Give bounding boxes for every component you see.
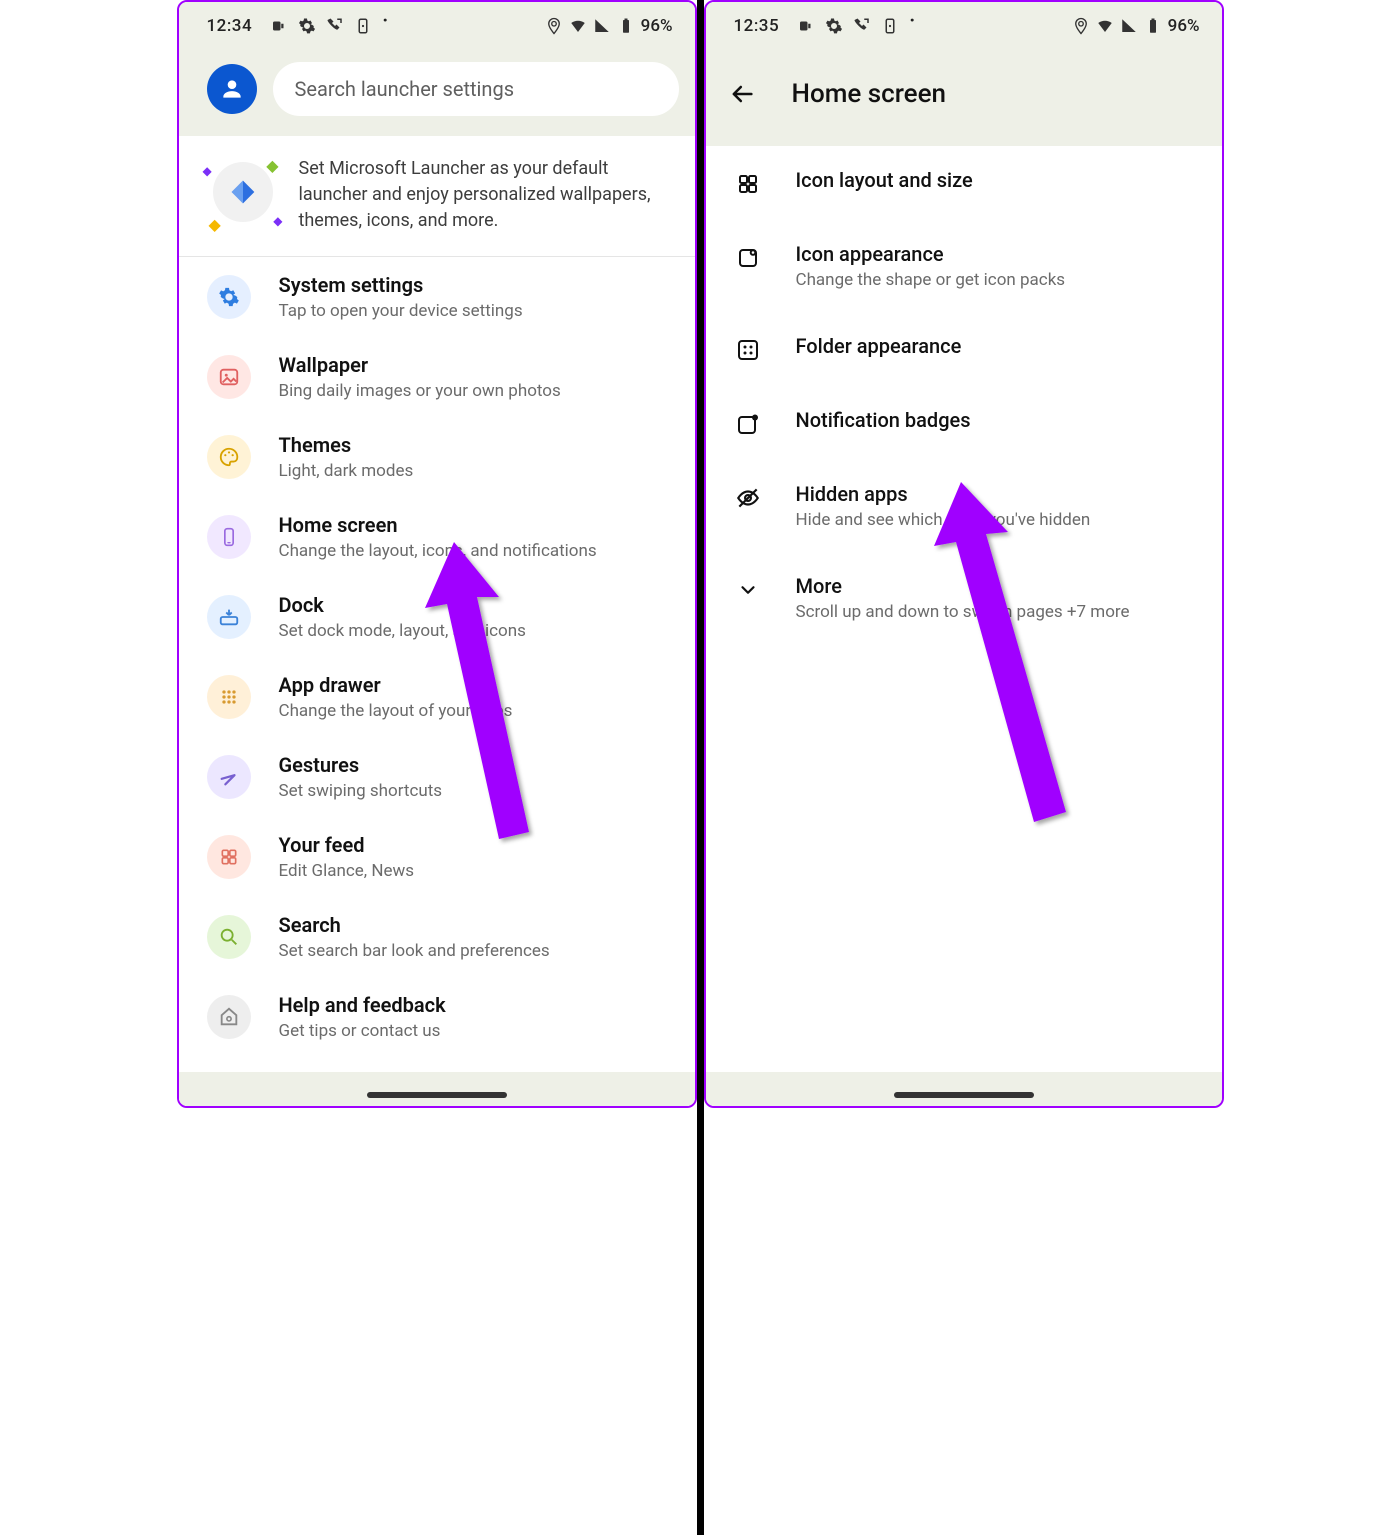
wifi-icon: [569, 17, 587, 35]
search-header: Search launcher settings: [179, 50, 695, 136]
appearance-icon: [736, 246, 760, 270]
folder-grid-icon: [736, 338, 760, 362]
battery-indicator-icon: [797, 17, 815, 35]
dock-icon: [218, 606, 240, 628]
back-button[interactable]: [718, 70, 766, 118]
phone-icon: [219, 526, 239, 548]
gear-icon: [218, 286, 240, 308]
clock: 12:35: [734, 16, 780, 36]
row-notification-badges[interactable]: Notification badges: [706, 386, 1222, 460]
row-icon-layout[interactable]: Icon layout and size: [706, 146, 1222, 220]
settings-list: System settingsTap to open your device s…: [179, 257, 695, 1108]
nav-bar-area: [706, 1072, 1222, 1106]
row-folder-appearance[interactable]: Folder appearance: [706, 312, 1222, 386]
device-small-icon: [354, 17, 372, 35]
battery-icon: [1144, 17, 1162, 35]
settings-small-icon: [298, 17, 316, 35]
profile-avatar[interactable]: [207, 64, 257, 114]
battery-icon: [617, 17, 635, 35]
status-bar: 12:34 · 96%: [179, 2, 695, 50]
settings-small-icon: [825, 17, 843, 35]
call-small-icon: [326, 17, 344, 35]
screenshot-home-screen-settings: 12:35 · 96% Home screen Icon layout and …: [704, 0, 1224, 1108]
screenshot-launcher-settings: 12:34 · 96% Search launcher settings ◆ ◆: [177, 0, 697, 1108]
row-home-screen[interactable]: Home screenChange the layout, icons, and…: [179, 497, 695, 577]
device-small-icon: [881, 17, 899, 35]
wifi-icon: [1096, 17, 1114, 35]
nav-bar-area: [179, 1072, 695, 1106]
signal-icon: [593, 17, 611, 35]
search-icon: [218, 926, 240, 948]
palette-icon: [218, 446, 240, 468]
battery-indicator-icon: [270, 17, 288, 35]
help-icon: [218, 1006, 240, 1028]
battery-percent: 96%: [1168, 16, 1200, 36]
layout-grid-icon: [736, 172, 760, 196]
row-search[interactable]: SearchSet search bar look and preference…: [179, 897, 695, 977]
grid-dots-icon: [219, 687, 239, 707]
eye-off-icon: [735, 485, 761, 511]
row-app-drawer[interactable]: App drawerChange the layout of your apps: [179, 657, 695, 737]
promo-icon: ◆ ◆ ◆ ◆: [207, 156, 279, 228]
search-input[interactable]: Search launcher settings: [273, 62, 679, 116]
person-icon: [219, 76, 245, 102]
home-indicator[interactable]: [367, 1092, 507, 1098]
row-system-settings[interactable]: System settingsTap to open your device s…: [179, 257, 695, 337]
feed-icon: [219, 847, 239, 867]
home-indicator[interactable]: [894, 1092, 1034, 1098]
call-small-icon: [853, 17, 871, 35]
row-icon-appearance[interactable]: Icon appearanceChange the shape or get i…: [706, 220, 1222, 312]
gesture-icon: [218, 766, 240, 788]
promo-text: Set Microsoft Launcher as your default l…: [299, 156, 673, 234]
chevron-down-icon: [737, 579, 759, 601]
battery-percent: 96%: [641, 16, 673, 36]
row-your-feed[interactable]: Your feedEdit Glance, News: [179, 817, 695, 897]
badge-icon: [736, 412, 760, 436]
home-screen-list: Icon layout and size Icon appearanceChan…: [706, 146, 1222, 644]
launcher-logo-icon: [226, 175, 260, 209]
promo-card[interactable]: ◆ ◆ ◆ ◆ Set Microsoft Launcher as your d…: [179, 136, 695, 257]
arrow-left-icon: [728, 80, 756, 108]
search-placeholder: Search launcher settings: [295, 77, 515, 101]
row-hidden-apps[interactable]: Hidden appsHide and see which ones you'v…: [706, 460, 1222, 552]
row-themes[interactable]: ThemesLight, dark modes: [179, 417, 695, 497]
signal-icon: [1120, 17, 1138, 35]
picture-icon: [218, 366, 240, 388]
clock: 12:34: [207, 16, 253, 36]
row-dock[interactable]: DockSet dock mode, layout, and icons: [179, 577, 695, 657]
row-more[interactable]: MoreScroll up and down to switch pages +…: [706, 552, 1222, 644]
location-icon: [1072, 17, 1090, 35]
row-help-feedback[interactable]: Help and feedbackGet tips or contact us: [179, 977, 695, 1057]
page-header: Home screen: [706, 50, 1222, 146]
row-wallpaper[interactable]: WallpaperBing daily images or your own p…: [179, 337, 695, 417]
location-icon: [545, 17, 563, 35]
page-title: Home screen: [792, 79, 946, 109]
row-gestures[interactable]: GesturesSet swiping shortcuts: [179, 737, 695, 817]
status-bar: 12:35 · 96%: [706, 2, 1222, 50]
